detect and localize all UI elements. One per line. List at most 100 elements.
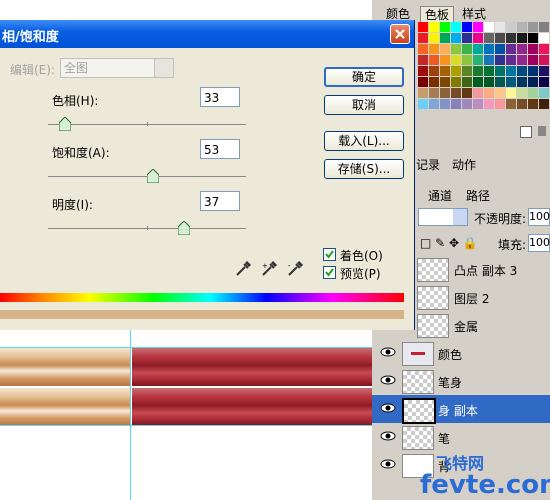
swatch-cell[interactable] — [528, 77, 539, 88]
swatch-cell[interactable] — [517, 77, 528, 88]
swatch-cell[interactable] — [440, 77, 451, 88]
eye-icon[interactable] — [380, 401, 396, 415]
swatch-cell[interactable] — [495, 77, 506, 88]
swatch-cell[interactable] — [462, 33, 473, 44]
swatch-cell[interactable] — [451, 22, 462, 33]
eye-icon[interactable] — [380, 429, 396, 443]
lightness-slider-handle[interactable] — [178, 221, 190, 235]
swatch-cell[interactable] — [451, 99, 462, 110]
swatch-cell[interactable] — [429, 77, 440, 88]
swatch-cell[interactable] — [506, 44, 517, 55]
eyedropper-minus-icon[interactable]: - — [286, 260, 304, 278]
swatch-cell[interactable] — [418, 66, 429, 77]
document-canvas[interactable] — [0, 330, 372, 500]
swatch-cell[interactable] — [506, 55, 517, 66]
swatch-cell[interactable] — [517, 66, 528, 77]
preview-checkbox[interactable] — [323, 266, 336, 279]
swatch-cell[interactable] — [473, 88, 484, 99]
swatch-cell[interactable] — [440, 99, 451, 110]
swatch-cell[interactable] — [484, 33, 495, 44]
swatch-cell[interactable] — [506, 77, 517, 88]
swatch-cell[interactable] — [495, 55, 506, 66]
swatch-cell[interactable] — [495, 66, 506, 77]
swatch-cell[interactable] — [473, 22, 484, 33]
swatch-cell[interactable] — [484, 77, 495, 88]
swatch-cell[interactable] — [462, 77, 473, 88]
swatch-cell[interactable] — [528, 44, 539, 55]
tab-swatches[interactable]: 色板 — [420, 6, 455, 23]
swatch-cell[interactable] — [528, 55, 539, 66]
swatch-cell[interactable] — [451, 77, 462, 88]
swatch-cell[interactable] — [451, 88, 462, 99]
swatch-cell[interactable] — [517, 55, 528, 66]
swatch-cell[interactable] — [429, 33, 440, 44]
swatch-cell[interactable] — [418, 44, 429, 55]
swatch-cell[interactable] — [528, 99, 539, 110]
swatch-cell[interactable] — [484, 88, 495, 99]
swatch-cell[interactable] — [506, 66, 517, 77]
swatch-cell[interactable] — [418, 55, 429, 66]
swatch-cell[interactable] — [484, 22, 495, 33]
eye-icon[interactable] — [380, 373, 396, 387]
eyedropper-plus-icon[interactable]: + — [260, 260, 278, 278]
swatch-cell[interactable] — [440, 55, 451, 66]
preview-label[interactable]: 预览(P) — [340, 265, 381, 282]
swatch-cell[interactable] — [539, 88, 550, 99]
layer-row-selected[interactable]: 身 副本 — [372, 395, 550, 424]
save-button[interactable]: 存储(S)... — [324, 159, 404, 179]
swatch-cell[interactable] — [473, 55, 484, 66]
swatch-cell[interactable] — [462, 22, 473, 33]
swatch-cell[interactable] — [462, 44, 473, 55]
swatch-cell[interactable] — [495, 88, 506, 99]
swatch-cell[interactable] — [473, 77, 484, 88]
swatch-cell[interactable] — [473, 66, 484, 77]
swatch-cell[interactable] — [440, 33, 451, 44]
swatch-cell[interactable] — [517, 22, 528, 33]
swatch-cell[interactable] — [539, 33, 550, 44]
swatch-cell[interactable] — [495, 99, 506, 110]
saturation-slider-handle[interactable] — [147, 169, 159, 183]
layer-row[interactable]: 笔 — [372, 423, 550, 451]
swatch-cell[interactable] — [418, 22, 429, 33]
swatch-cell[interactable] — [473, 99, 484, 110]
tab-actions[interactable]: 动作 — [448, 157, 481, 173]
hue-input[interactable]: 33 — [200, 87, 240, 107]
swatch-cell[interactable] — [440, 88, 451, 99]
swatch-cell[interactable] — [429, 66, 440, 77]
colorize-label[interactable]: 着色(O) — [340, 247, 383, 264]
swatch-cell[interactable] — [451, 55, 462, 66]
eyedropper-icon[interactable] — [234, 260, 252, 278]
close-button[interactable] — [390, 24, 410, 44]
swatch-cell[interactable] — [473, 44, 484, 55]
swatch-cell[interactable] — [429, 88, 440, 99]
tab-history[interactable]: 记录 — [412, 157, 444, 173]
load-button[interactable]: 载入(L)... — [324, 131, 404, 151]
swatch-cell[interactable] — [517, 44, 528, 55]
eye-icon[interactable] — [380, 457, 396, 471]
swatch-cell[interactable] — [528, 22, 539, 33]
swatch-cell[interactable] — [484, 55, 495, 66]
swatch-cell[interactable] — [539, 66, 550, 77]
swatch-cell[interactable] — [418, 77, 429, 88]
swatch-cell[interactable] — [473, 33, 484, 44]
saturation-input[interactable]: 53 — [200, 139, 240, 159]
swatch-cell[interactable] — [451, 66, 462, 77]
swatch-cell[interactable] — [429, 99, 440, 110]
swatch-cell[interactable] — [495, 33, 506, 44]
layer-row[interactable]: 笔身 — [372, 367, 550, 395]
swatch-cell[interactable] — [495, 44, 506, 55]
swatch-cell[interactable] — [484, 99, 495, 110]
lightness-input[interactable]: 37 — [200, 191, 240, 211]
swatch-cell[interactable] — [528, 88, 539, 99]
swatch-cell[interactable] — [429, 44, 440, 55]
swatch-cell[interactable] — [517, 88, 528, 99]
hue-slider-handle[interactable] — [59, 117, 71, 131]
swatch-cell[interactable] — [462, 55, 473, 66]
dialog-titlebar[interactable]: 相/饱和度 — [0, 20, 414, 48]
trash-icon[interactable] — [538, 126, 546, 136]
swatch-cell[interactable] — [418, 88, 429, 99]
swatch-cell[interactable] — [440, 66, 451, 77]
swatch-cell[interactable] — [506, 88, 517, 99]
swatch-cell[interactable] — [539, 77, 550, 88]
swatch-cell[interactable] — [539, 22, 550, 33]
